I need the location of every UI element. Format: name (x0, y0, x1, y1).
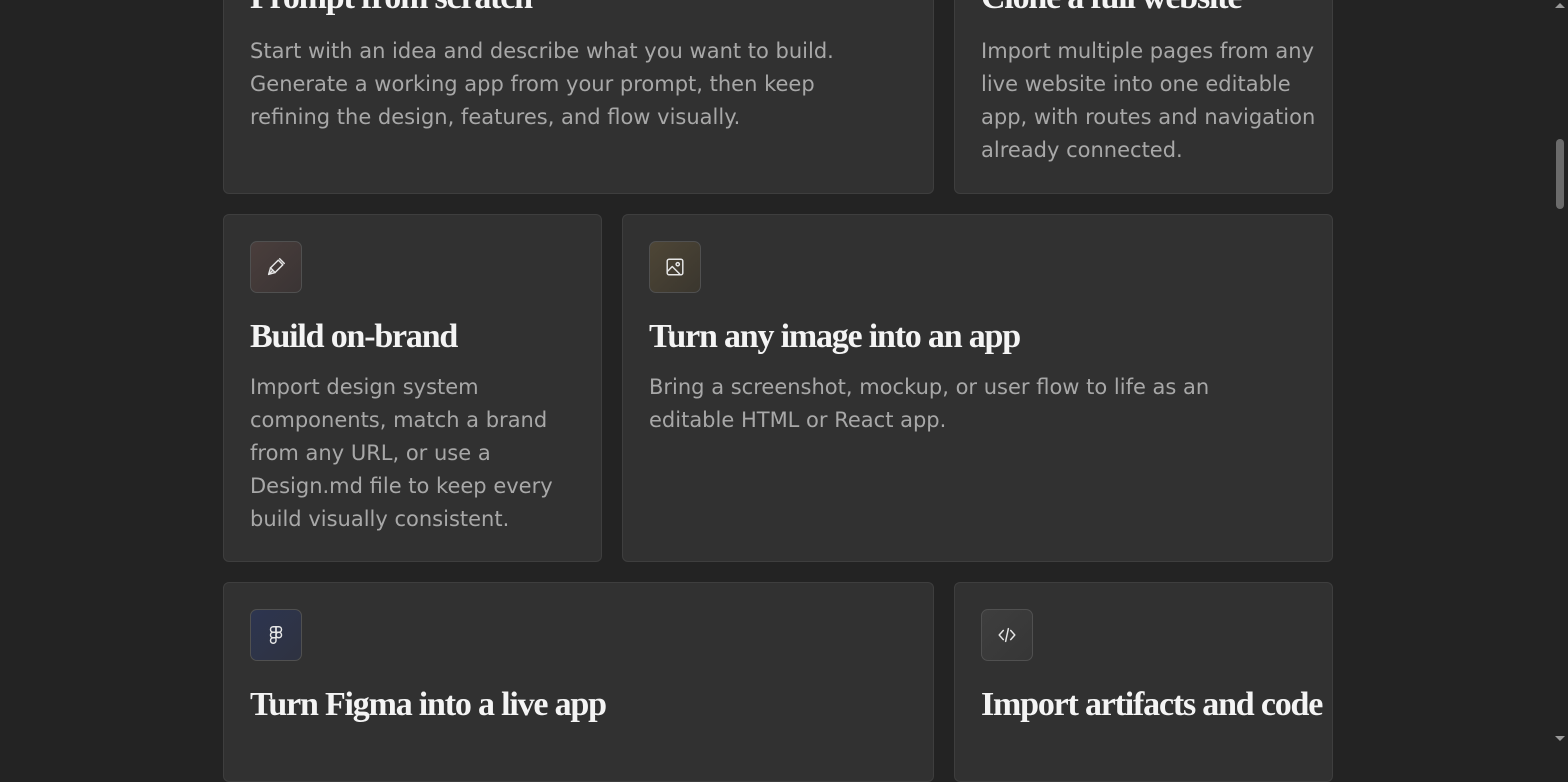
feature-card-clone-website: Clone a full website Import multiple pag… (954, 0, 1333, 194)
feature-card-figma-to-app: Turn Figma into a live app (223, 582, 934, 782)
card-title: Import artifacts and code (981, 686, 1323, 723)
feature-card-image-to-app: Turn any image into an app Bring a scree… (622, 214, 1333, 562)
feature-card-build-on-brand: Build on-brand Import design system comp… (223, 214, 602, 562)
card-description: Bring a screenshot, mockup, or user flow… (649, 375, 1210, 432)
scroll-down-arrow-icon[interactable] (1555, 736, 1565, 741)
vertical-scrollbar[interactable] (1552, 0, 1568, 744)
icon-tile (649, 241, 701, 293)
figma-icon (269, 626, 283, 644)
scroll-up-arrow-icon[interactable] (1555, 3, 1565, 8)
card-description: Import multiple pages from any live webs… (981, 39, 1316, 162)
card-description: Start with an idea and describe what you… (250, 39, 834, 129)
scroll-thumb[interactable] (1556, 139, 1564, 209)
card-title: Turn any image into an app (649, 318, 1021, 355)
card-title: Turn Figma into a live app (250, 686, 607, 723)
icon-tile (250, 609, 302, 661)
feature-card-import-code: Import artifacts and code (954, 582, 1333, 782)
card-description: Import design system components, match a… (250, 375, 553, 531)
feature-card-prompt-from-scratch: Prompt from scratch Start with an idea a… (223, 0, 934, 194)
card-title: Prompt from scratch (250, 0, 533, 18)
icon-tile (981, 609, 1033, 661)
icon-tile (250, 241, 302, 293)
code-icon (998, 627, 1016, 643)
card-title: Build on-brand (250, 318, 458, 355)
pen-nib-icon (267, 258, 285, 276)
card-title: Clone a full website (981, 0, 1242, 18)
image-icon (666, 258, 684, 276)
